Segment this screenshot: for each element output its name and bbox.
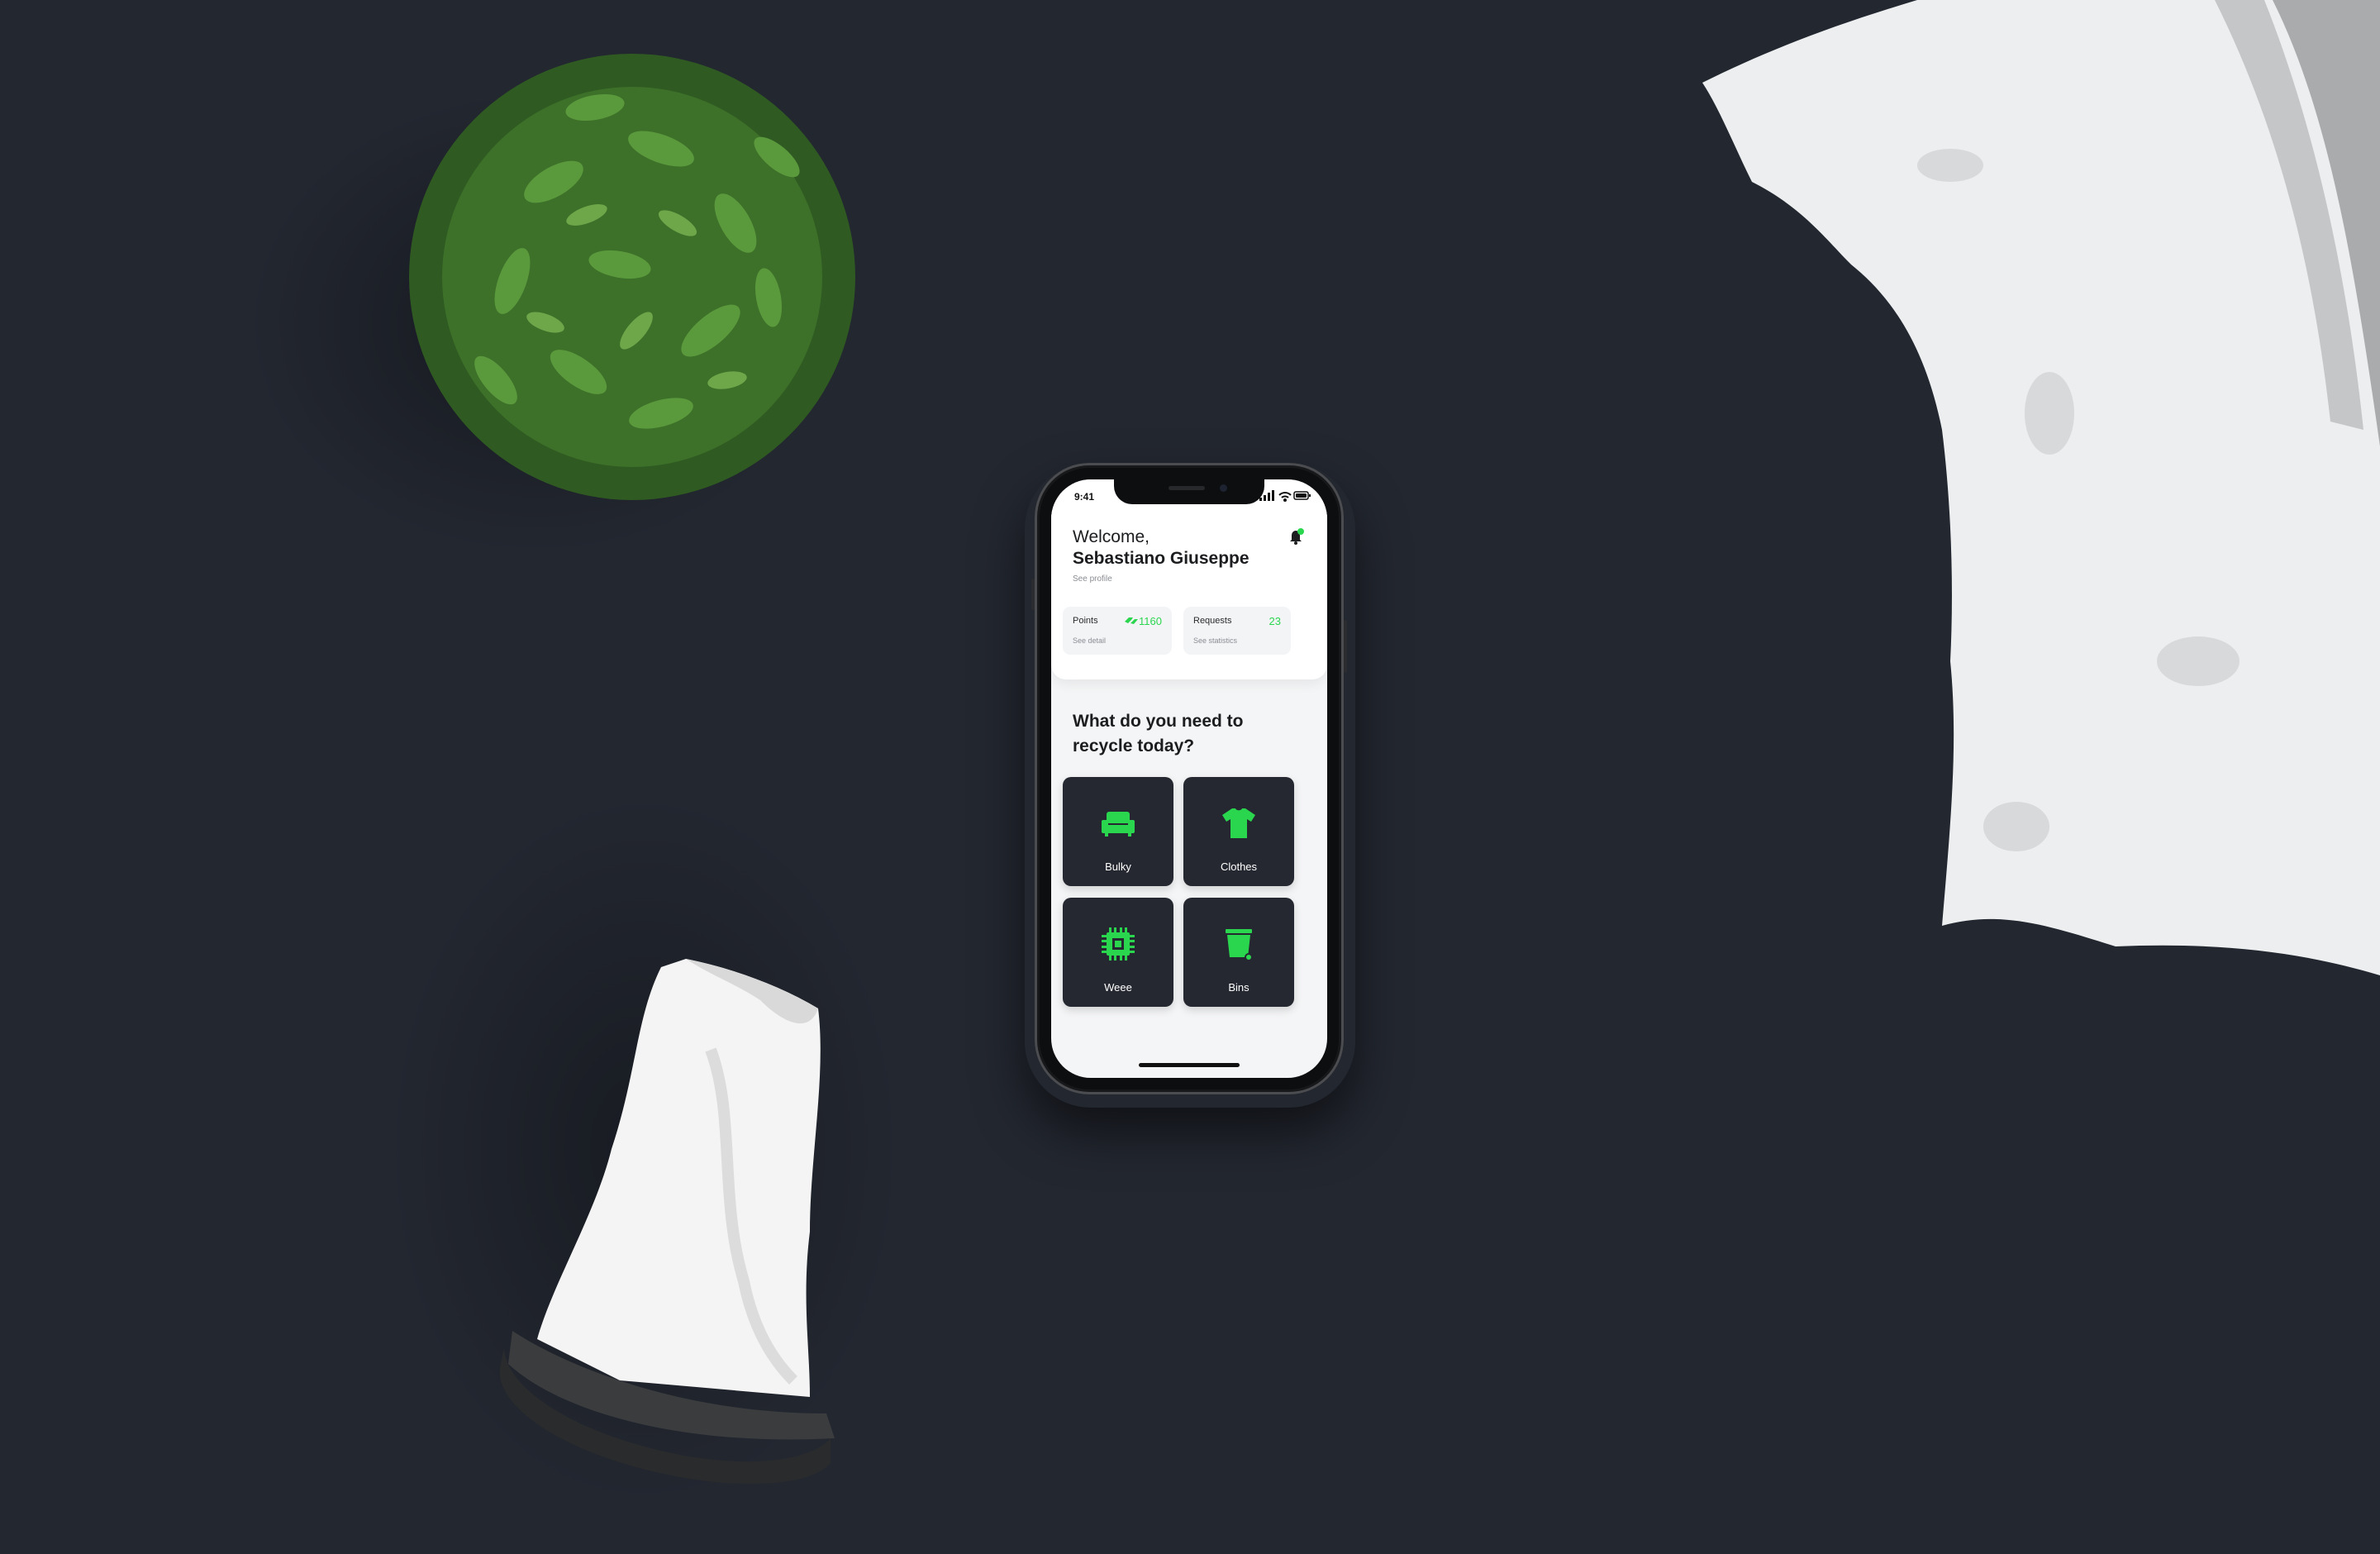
crumpled-cup	[499, 959, 835, 1485]
phone-device: 9:41 Welcome, Sebastiano Giuseppe See pr…	[1031, 463, 1347, 1094]
header-card: 9:41 Welcome, Sebastiano Giuseppe See pr…	[1051, 479, 1327, 679]
user-name: Sebastiano Giuseppe	[1073, 549, 1250, 568]
recycle-question: What do you need to recycle today?	[1073, 712, 1244, 756]
app-screen: 9:41 Welcome, Sebastiano Giuseppe See pr…	[1051, 479, 1327, 1078]
requests-statistics-link[interactable]: See statistics	[1193, 636, 1237, 645]
see-profile-link[interactable]: See profile	[1073, 574, 1112, 584]
volume-button	[1031, 579, 1035, 610]
sofa-icon	[1102, 812, 1135, 837]
welcome-greeting: Welcome,	[1073, 527, 1150, 546]
tshirt-icon	[1222, 808, 1255, 838]
home-indicator[interactable]	[1139, 1063, 1240, 1067]
phone-notch	[1114, 479, 1264, 504]
category-bins[interactable]: Bins	[1183, 898, 1294, 1007]
status-icons	[1259, 490, 1311, 502]
category-clothes[interactable]: Clothes	[1183, 777, 1294, 886]
notification-badge	[1297, 528, 1304, 535]
category-label: Bins	[1228, 981, 1250, 994]
category-weee[interactable]: Weee	[1063, 898, 1173, 1007]
notification-bell-icon[interactable]	[1288, 527, 1306, 546]
battery-icon	[1293, 491, 1311, 500]
category-label: Clothes	[1220, 860, 1258, 873]
potted-plant	[409, 54, 855, 500]
requests-value: 23	[1269, 615, 1281, 627]
wifi-icon	[1278, 492, 1292, 502]
points-card[interactable]: Points 1160 See detail	[1063, 607, 1172, 655]
points-value: 1160	[1139, 615, 1162, 627]
points-label: Points	[1073, 616, 1098, 626]
points-detail-link[interactable]: See detail	[1073, 636, 1106, 645]
status-time: 9:41	[1074, 491, 1095, 503]
category-label: Bulky	[1105, 860, 1131, 873]
category-label: Weee	[1104, 981, 1132, 994]
requests-card[interactable]: Requests 23 See statistics	[1183, 607, 1291, 655]
white-tshirt	[1702, 0, 2380, 975]
requests-label: Requests	[1193, 616, 1232, 626]
power-button	[1344, 620, 1347, 673]
category-bulky[interactable]: Bulky	[1063, 777, 1173, 886]
chip-icon	[1102, 927, 1135, 961]
bin-icon	[1226, 929, 1253, 961]
recycle-points-icon	[1125, 617, 1138, 624]
